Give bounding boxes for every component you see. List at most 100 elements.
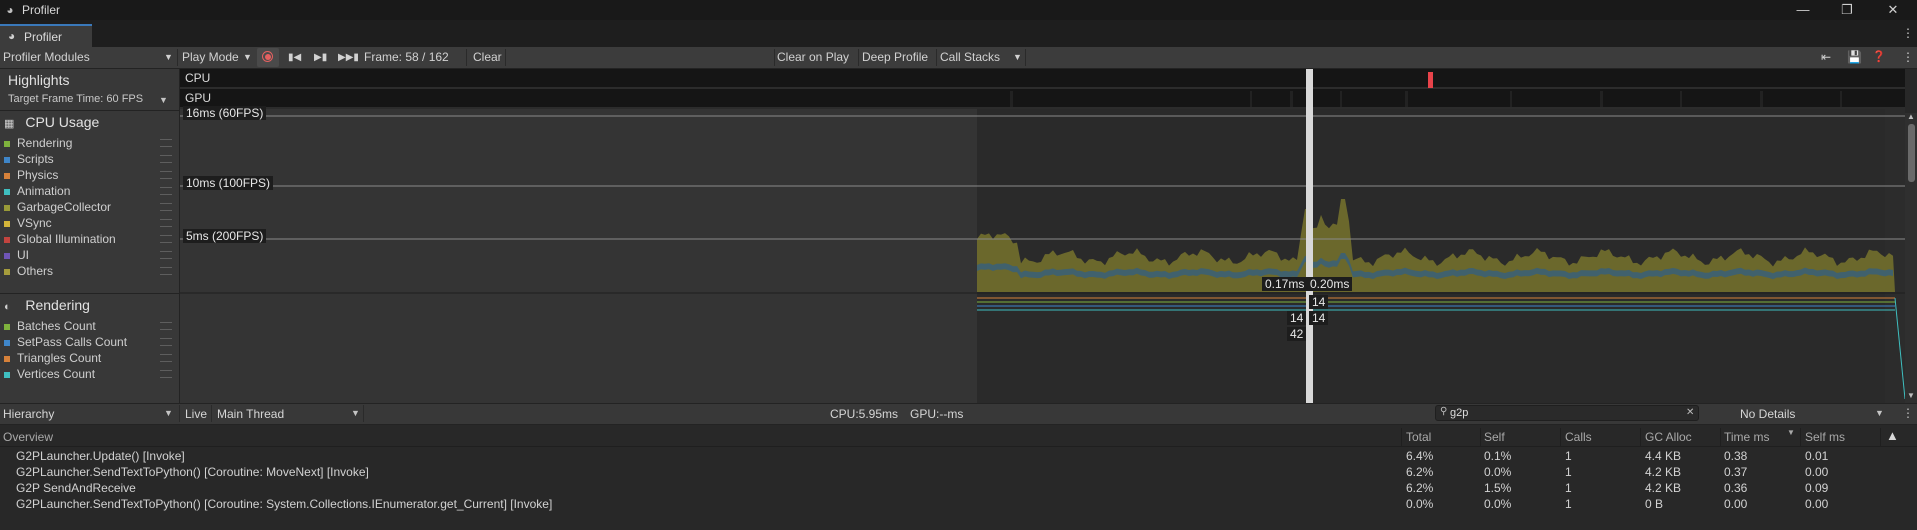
cell-calls: 1 bbox=[1565, 497, 1572, 511]
chevron-down-icon: ▼ bbox=[164, 52, 173, 62]
cpu-legend-item[interactable]: Rendering bbox=[0, 135, 179, 151]
column-overview[interactable]: Overview bbox=[3, 430, 53, 444]
menu-icon[interactable]: ⋮ bbox=[1902, 26, 1914, 40]
drag-handle-icon[interactable] bbox=[160, 354, 172, 362]
cpu-legend-item[interactable]: UI bbox=[0, 247, 179, 263]
menu-icon[interactable]: ⋮ bbox=[1902, 47, 1914, 68]
tab-profiler[interactable]: ◕ Profiler bbox=[0, 24, 92, 49]
rendering-legend-item[interactable]: Vertices Count bbox=[0, 366, 179, 382]
clear-button[interactable]: Clear bbox=[473, 47, 502, 68]
divider bbox=[0, 110, 179, 111]
clear-search-icon[interactable]: ✕ bbox=[1686, 406, 1694, 420]
drag-handle-icon[interactable] bbox=[160, 338, 172, 346]
drag-handle-icon[interactable] bbox=[160, 187, 172, 195]
drag-handle-icon[interactable] bbox=[160, 139, 172, 147]
minimize-icon[interactable]: — bbox=[1790, 1, 1816, 19]
drag-handle-icon[interactable] bbox=[160, 267, 172, 275]
column-divider[interactable] bbox=[1880, 428, 1881, 446]
play-mode-dropdown[interactable]: Play Mode bbox=[182, 47, 239, 68]
rendering-module-header[interactable]: ◐ Rendering bbox=[4, 297, 90, 313]
search-input[interactable]: g2p bbox=[1450, 406, 1468, 420]
deep-profile-toggle[interactable]: Deep Profile bbox=[862, 47, 928, 68]
last-frame-icon[interactable]: ▶▶▮ bbox=[338, 47, 359, 68]
cpu-legend-item[interactable]: Global Illumination bbox=[0, 231, 179, 247]
column-gc-alloc[interactable]: GC Alloc bbox=[1645, 430, 1692, 444]
column-divider[interactable] bbox=[1800, 428, 1801, 446]
legend-swatch bbox=[4, 140, 10, 147]
maximize-icon[interactable]: ❐ bbox=[1834, 1, 1860, 19]
column-divider[interactable] bbox=[1720, 428, 1721, 446]
clear-on-play-toggle[interactable]: Clear on Play bbox=[777, 47, 849, 68]
drag-handle-icon[interactable] bbox=[160, 155, 172, 163]
column-time-ms[interactable]: Time ms bbox=[1724, 430, 1770, 444]
table-row[interactable]: G2PLauncher.SendTextToPython() [Coroutin… bbox=[0, 496, 1917, 512]
save-icon[interactable]: 💾 bbox=[1847, 47, 1862, 68]
chevron-down-icon[interactable]: ▼ bbox=[159, 95, 168, 105]
column-divider[interactable] bbox=[1401, 428, 1402, 446]
table-row[interactable]: G2PLauncher.Update() [Invoke] 6.4% 0.1% 1 4.… bbox=[0, 448, 1917, 464]
cpu-legend-item[interactable]: VSync bbox=[0, 215, 179, 231]
menu-icon[interactable]: ⋮ bbox=[1902, 406, 1914, 420]
rendering-module-title: Rendering bbox=[25, 297, 90, 313]
column-self-ms[interactable]: Self ms bbox=[1805, 430, 1845, 444]
drag-handle-icon[interactable] bbox=[160, 203, 172, 211]
table-row[interactable]: G2PLauncher.SendTextToPython() [Coroutin… bbox=[0, 464, 1917, 480]
table-row[interactable]: G2P SendAndReceive 6.2% 1.5% 1 4.2 KB 0.36 0.0… bbox=[0, 480, 1917, 496]
cell-calls: 1 bbox=[1565, 449, 1572, 463]
drag-handle-icon[interactable] bbox=[160, 251, 172, 259]
cpu-legend-item[interactable]: Physics bbox=[0, 167, 179, 183]
cpu-legend-item[interactable]: Animation bbox=[0, 183, 179, 199]
chevron-down-icon[interactable]: ▼ bbox=[351, 408, 360, 418]
column-calls[interactable]: Calls bbox=[1565, 430, 1592, 444]
first-frame-icon[interactable]: ▮◀ bbox=[288, 47, 301, 68]
thread-dropdown[interactable]: Main Thread bbox=[217, 405, 284, 423]
drag-handle-icon[interactable] bbox=[160, 322, 172, 330]
cpu-module-title: CPU Usage bbox=[25, 114, 100, 130]
profiler-modules-dropdown[interactable]: Profiler Modules bbox=[3, 47, 90, 68]
details-dropdown[interactable]: No Details bbox=[1740, 405, 1795, 423]
cpu-module-header[interactable]: ▦ CPU Usage bbox=[4, 114, 99, 130]
cell-self-ms: 0.09 bbox=[1805, 481, 1829, 495]
help-icon[interactable]: ❓ bbox=[1872, 47, 1886, 68]
rendering-value-mid-left: 14 bbox=[1287, 311, 1307, 325]
tab-profiler-label: Profiler bbox=[24, 30, 63, 44]
rendering-legend-item[interactable]: SetPass Calls Count bbox=[0, 334, 179, 350]
live-toggle[interactable]: Live bbox=[185, 405, 207, 423]
chevron-down-icon[interactable]: ▼ bbox=[164, 408, 173, 418]
column-divider[interactable] bbox=[1560, 428, 1561, 446]
cpu-legend-item[interactable]: Scripts bbox=[0, 151, 179, 167]
rendering-legend-item[interactable]: Triangles Count bbox=[0, 350, 179, 366]
cpu-legend-item[interactable]: GarbageCollector bbox=[0, 199, 179, 215]
drag-handle-icon[interactable] bbox=[160, 219, 172, 227]
drag-handle-icon[interactable] bbox=[160, 370, 172, 378]
call-stacks-toggle[interactable]: Call Stacks bbox=[940, 47, 1000, 68]
graph-scrollbar-thumb[interactable] bbox=[1908, 124, 1915, 182]
drag-handle-icon[interactable] bbox=[160, 171, 172, 179]
legend-label: GarbageCollector bbox=[17, 200, 112, 214]
legend-swatch bbox=[4, 204, 10, 211]
rendering-legend-item[interactable]: Batches Count bbox=[0, 318, 179, 334]
column-options-icon[interactable]: ▲ bbox=[1886, 428, 1899, 443]
column-self[interactable]: Self bbox=[1484, 430, 1505, 444]
load-icon[interactable]: ⇤ bbox=[1821, 47, 1831, 68]
selected-frame-value-right: 0.20ms bbox=[1307, 277, 1353, 291]
search-field[interactable]: ⚲ g2p ✕ bbox=[1435, 405, 1699, 421]
legend-label: Batches Count bbox=[17, 319, 96, 333]
legend-swatch bbox=[4, 355, 10, 362]
record-icon[interactable] bbox=[257, 48, 279, 67]
legend-swatch bbox=[4, 156, 10, 163]
column-divider[interactable] bbox=[1640, 428, 1641, 446]
scroll-up-icon[interactable]: ▲ bbox=[1907, 112, 1915, 121]
column-total[interactable]: Total bbox=[1406, 430, 1431, 444]
gpu-time: GPU:--ms bbox=[910, 407, 964, 421]
chevron-down-icon[interactable]: ▼ bbox=[1013, 47, 1022, 68]
view-mode-dropdown[interactable]: Hierarchy bbox=[3, 405, 54, 423]
column-divider[interactable] bbox=[1480, 428, 1481, 446]
chevron-down-icon[interactable]: ▼ bbox=[1875, 408, 1884, 418]
next-frame-icon[interactable]: ▶▮ bbox=[314, 47, 327, 68]
target-frame-time[interactable]: Target Frame Time: 60 FPS bbox=[8, 93, 143, 105]
cpu-legend-item[interactable]: Others bbox=[0, 263, 179, 279]
close-icon[interactable]: ✕ bbox=[1880, 1, 1906, 19]
scroll-down-icon[interactable]: ▼ bbox=[1907, 391, 1915, 400]
drag-handle-icon[interactable] bbox=[160, 235, 172, 243]
